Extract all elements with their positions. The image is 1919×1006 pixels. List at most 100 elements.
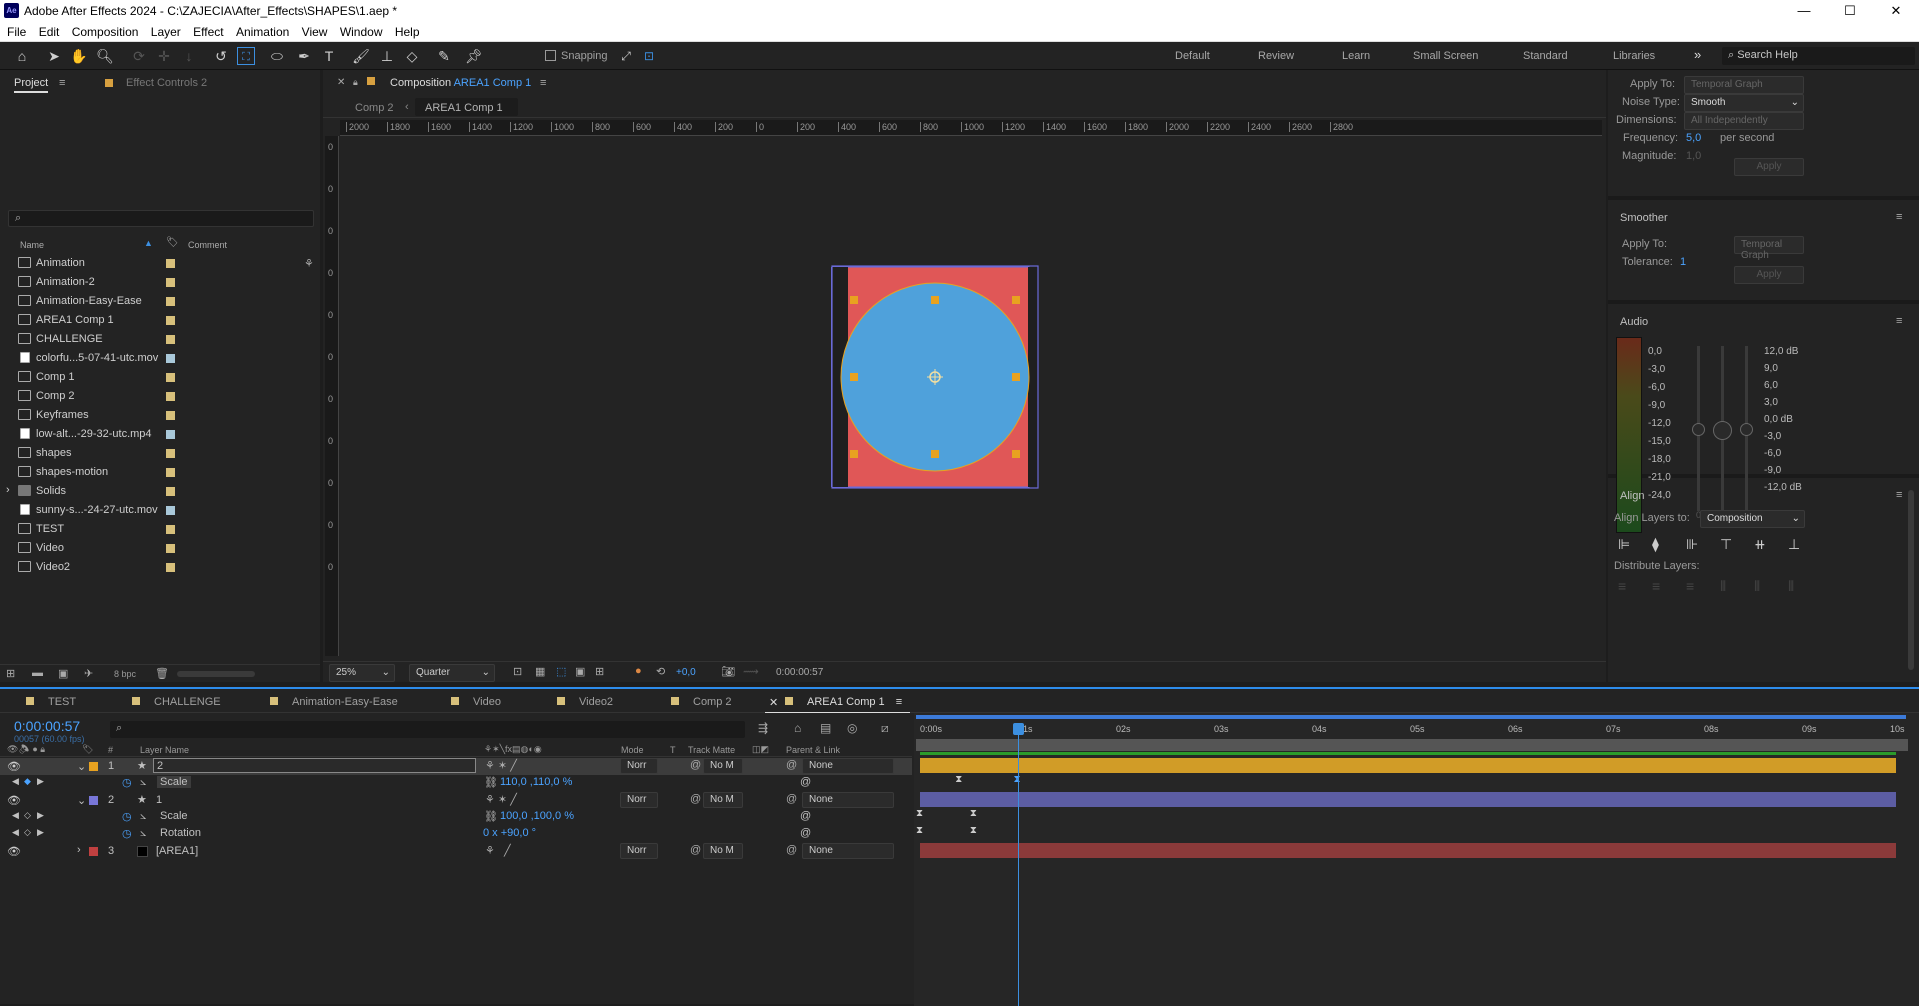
transform-handle[interactable]: [850, 373, 858, 381]
magnitude-value[interactable]: 1,0: [1686, 150, 1701, 162]
align-hcenter-icon[interactable]: ⧫: [1652, 536, 1659, 553]
viewer-timecode[interactable]: 0:00:00:57: [776, 667, 823, 678]
parent-pickwhip-icon[interactable]: @: [786, 759, 797, 771]
work-area-indicator[interactable]: [920, 752, 1896, 755]
transform-handle[interactable]: [1012, 373, 1020, 381]
column-layer-name-header[interactable]: Layer Name: [140, 745, 189, 755]
blend-mode-dropdown[interactable]: Norr: [620, 843, 658, 859]
menu-composition[interactable]: Composition: [65, 22, 139, 39]
ellipse-tool-icon[interactable]: ⬭: [268, 47, 286, 65]
work-area-bar[interactable]: [916, 739, 1908, 751]
layer-row-3[interactable]: 👁︎ › 3 [AREA1] ⚘ ╱ Norr @ No M @ None: [0, 843, 912, 860]
graph-icon[interactable]: ⦣: [140, 810, 146, 823]
bit-depth-button[interactable]: 8 bpc: [114, 669, 136, 679]
project-item-label-color[interactable]: [166, 316, 175, 325]
eye-icon[interactable]: 👁︎: [7, 794, 21, 807]
distribute-left-icon[interactable]: ⦀: [1720, 578, 1726, 595]
project-item[interactable]: Video: [18, 539, 318, 558]
project-item[interactable]: Comp 2: [18, 387, 318, 406]
mask-visibility-icon[interactable]: ⬚: [556, 665, 566, 678]
project-item-label-color[interactable]: [166, 544, 175, 553]
parent-pickwhip-icon[interactable]: @: [786, 793, 797, 805]
project-item-label-color[interactable]: [166, 487, 175, 496]
render-queue-icon[interactable]: ✈: [84, 667, 93, 680]
next-keyframe-icon[interactable]: ▶: [37, 776, 44, 787]
project-item[interactable]: low-alt...-29-32-utc.mp4: [18, 425, 318, 444]
label-column-icon[interactable]: 🏷︎: [166, 237, 179, 248]
show-snapshot-icon[interactable]: ⟿: [743, 665, 759, 678]
align-to-dropdown[interactable]: Composition ⌄: [1700, 510, 1805, 528]
audio-knob-right[interactable]: [1740, 423, 1753, 436]
expression-pickwhip-icon[interactable]: @: [800, 776, 811, 788]
pan-camera-icon[interactable]: ✛: [155, 47, 173, 65]
puppet-pin-icon[interactable]: 📌︎: [465, 47, 483, 65]
parent-pickwhip-icon[interactable]: @: [786, 844, 797, 856]
project-item-label-color[interactable]: [166, 335, 175, 344]
project-search-input[interactable]: ⌕: [8, 210, 314, 227]
distribute-hcenter-icon[interactable]: ⦀: [1754, 578, 1760, 595]
timeline-tab[interactable]: Video2: [557, 696, 613, 708]
orbit-camera-icon[interactable]: ⟳: [130, 47, 148, 65]
current-time-indicator[interactable]: [1012, 723, 1024, 1006]
expand-chevron-icon[interactable]: ⌄: [77, 794, 86, 807]
project-item[interactable]: shapes-motion: [18, 463, 318, 482]
expand-chevron-icon[interactable]: ›: [77, 844, 81, 856]
project-item[interactable]: Animation-Easy-Ease: [18, 292, 318, 311]
layer-bar-3[interactable]: [920, 843, 1896, 858]
parent-dropdown[interactable]: None: [802, 758, 894, 774]
selection-tool-icon[interactable]: ➤: [45, 47, 63, 65]
distribute-bottom-icon[interactable]: ≡: [1686, 578, 1694, 594]
comp-menu-icon[interactable]: ≡: [540, 77, 546, 89]
channel-icon[interactable]: ●: [635, 665, 642, 677]
stopwatch-icon[interactable]: ◷: [122, 827, 132, 840]
exposure-value[interactable]: +0,0: [676, 667, 696, 678]
keyframe-icon[interactable]: ⧗: [916, 808, 923, 819]
property-row-rotation[interactable]: ◀ ◇ ▶ ◷ ⦣ Rotation 0 x +90,0 ° @: [0, 826, 912, 843]
time-navigator[interactable]: [916, 715, 1906, 719]
noise-type-dropdown[interactable]: Smooth ⌄: [1684, 94, 1804, 112]
prev-keyframe-icon[interactable]: ◀: [12, 776, 19, 787]
reset-exposure-icon[interactable]: ⟲: [656, 665, 665, 678]
region-of-interest-icon[interactable]: ⊡: [513, 665, 522, 678]
workspace-default[interactable]: Default: [1175, 50, 1210, 62]
audio-menu-icon[interactable]: ≡: [1896, 315, 1902, 327]
search-help-input[interactable]: ⌕ Search Help: [1722, 47, 1915, 65]
matte-pickwhip-icon[interactable]: @: [690, 793, 701, 805]
project-item-label-color[interactable]: [166, 430, 175, 439]
graph-icon[interactable]: ⦣: [140, 776, 146, 789]
guides-icon[interactable]: ▣: [575, 665, 585, 678]
menu-file[interactable]: File: [0, 22, 26, 39]
thumbnail-scrollbar[interactable]: [177, 671, 255, 677]
dolly-camera-icon[interactable]: ↓: [180, 47, 198, 65]
menu-animation[interactable]: Animation: [229, 22, 289, 39]
project-item-label-color[interactable]: [166, 525, 175, 534]
parent-dropdown[interactable]: None: [802, 792, 894, 808]
keyframe-diamond-icon[interactable]: ◇: [24, 810, 31, 821]
snapshot-icon[interactable]: 📷︎: [721, 665, 735, 678]
wiggler-apply-to-dropdown[interactable]: Temporal Graph: [1684, 76, 1804, 94]
timeline-search-input[interactable]: ⌕: [110, 721, 745, 738]
property-row-scale-1[interactable]: ◀ ◆ ▶ ◷ ⦣ Scale ⛓ 110,0 ,110,0 % @: [0, 775, 912, 792]
snap-options-icon[interactable]: ⤢: [617, 47, 635, 65]
keyframe-icon[interactable]: ⧗: [916, 825, 923, 836]
project-item-label-color[interactable]: [166, 259, 175, 268]
project-item-label-color[interactable]: [166, 449, 175, 458]
resolution-dropdown[interactable]: Quarter ⌄: [409, 664, 495, 682]
project-item-label-color[interactable]: [166, 392, 175, 401]
matte-pickwhip-icon[interactable]: @: [690, 759, 701, 771]
project-item-label-color[interactable]: [166, 354, 175, 363]
new-composition-icon[interactable]: ▣: [58, 667, 68, 680]
workspace-small-screen[interactable]: Small Screen: [1413, 50, 1478, 62]
eraser-tool-icon[interactable]: ◇: [403, 47, 421, 65]
workspace-standard[interactable]: Standard: [1523, 50, 1568, 62]
project-item-label-color[interactable]: [166, 373, 175, 382]
transform-handle[interactable]: [931, 296, 939, 304]
keyframe-diamond-icon[interactable]: ◆: [24, 776, 31, 787]
blend-mode-dropdown[interactable]: Norr: [620, 758, 658, 774]
snapping-checkbox[interactable]: [545, 50, 556, 61]
motion-blur-icon[interactable]: ◎: [847, 721, 857, 735]
layer-row-2[interactable]: 👁︎ ⌄ 2 ★ 1 ⚘ ✶ ╱ Norr @ No M @ None: [0, 792, 912, 809]
workspace-more-button[interactable]: »: [1694, 47, 1701, 62]
composition-mini-flowchart-icon[interactable]: ⇶: [758, 721, 768, 735]
zoom-dropdown[interactable]: 25% ⌄: [329, 664, 395, 682]
